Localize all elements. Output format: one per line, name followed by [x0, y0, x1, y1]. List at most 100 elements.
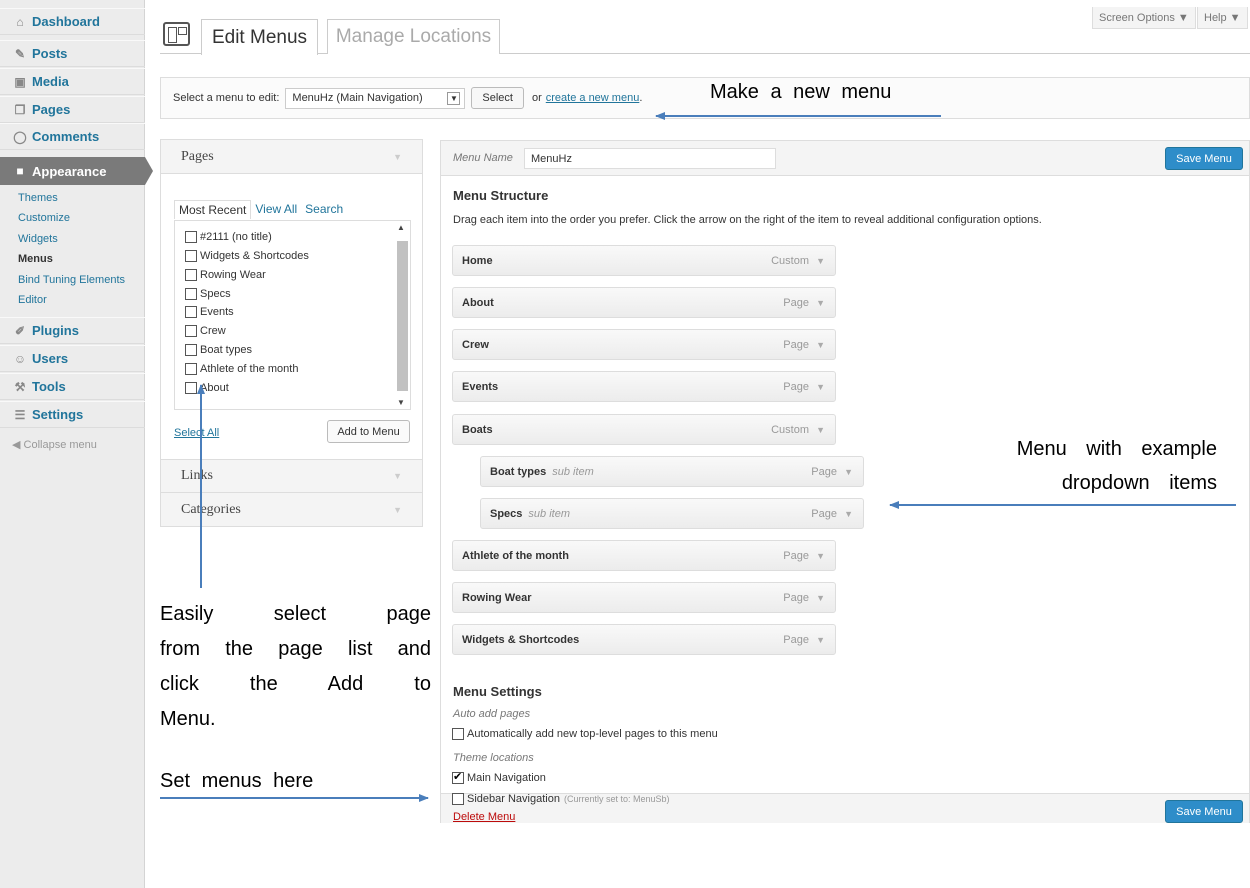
sidebar-item-users[interactable]: ☺ Users: [0, 345, 145, 372]
select-button[interactable]: Select: [471, 87, 524, 109]
help-button[interactable]: Help ▼: [1197, 7, 1248, 29]
save-menu-button[interactable]: Save Menu: [1165, 800, 1243, 823]
list-item[interactable]: About: [185, 382, 229, 394]
sidebar-item-label: Media: [32, 74, 69, 89]
theme-locations-label: Theme locations: [453, 752, 534, 764]
categories-accordion-header[interactable]: Categories ▼: [161, 493, 422, 527]
page-checkbox[interactable]: [185, 363, 197, 375]
sidebar-item-comments[interactable]: ◯ Comments: [0, 123, 145, 150]
menu-item-specs[interactable]: Specs sub item Page ▼: [480, 498, 864, 529]
pages-accordion-header[interactable]: Pages ▼: [161, 140, 422, 174]
submenu-bind-tuning-elements[interactable]: Bind Tuning Elements: [18, 274, 125, 286]
list-item[interactable]: Athlete of the month: [185, 363, 298, 375]
menu-item-boats[interactable]: Boats Custom ▼: [452, 414, 836, 445]
page-checkbox[interactable]: [185, 231, 197, 243]
submenu-widgets[interactable]: Widgets: [18, 233, 58, 245]
page-list-scrollbar[interactable]: ▲ ▼: [395, 223, 409, 407]
annotation-set-menus: Set menus here: [160, 770, 314, 792]
list-item[interactable]: Boat types: [185, 344, 252, 356]
create-new-menu-link[interactable]: create a new menu: [546, 92, 640, 104]
annotation-line: Menu.: [160, 708, 216, 730]
collapse-menu-button[interactable]: ◀ Collapse menu: [12, 438, 97, 451]
sidebar-item-pages[interactable]: ❐ Pages: [0, 96, 145, 123]
chevron-down-icon[interactable]: ▼: [816, 593, 825, 603]
page-label: Specs: [200, 288, 231, 300]
sidebar-navigation-setting[interactable]: Sidebar Navigation (Currently set to: Men…: [452, 793, 670, 805]
scrollbar-thumb[interactable]: [397, 241, 408, 391]
page-checkbox[interactable]: [185, 325, 197, 337]
page-checklist: #2111 (no title) Widgets & Shortcodes Ro…: [174, 220, 411, 410]
main-navigation-checkbox[interactable]: [452, 770, 464, 784]
chevron-down-icon[interactable]: ▼: [816, 298, 825, 308]
menu-item-rowing-wear[interactable]: Rowing Wear Page ▼: [452, 582, 836, 613]
menu-item-boat-types[interactable]: Boat types sub item Page ▼: [480, 456, 864, 487]
menu-item-athlete-of-the-month[interactable]: Athlete of the month Page ▼: [452, 540, 836, 571]
page-label: Boat types: [200, 344, 252, 356]
submenu-customize[interactable]: Customize: [18, 212, 70, 224]
menu-settings-title: Menu Settings: [453, 684, 542, 699]
menu-name-input[interactable]: MenuHz: [524, 148, 776, 169]
settings-icon: ☰: [14, 407, 26, 422]
pages-title: Pages: [181, 148, 214, 164]
menu-item-widgets-shortcodes[interactable]: Widgets & Shortcodes Page ▼: [452, 624, 836, 655]
page-checkbox[interactable]: [185, 306, 197, 318]
scroll-down-icon[interactable]: ▼: [397, 398, 405, 407]
submenu-editor[interactable]: Editor: [18, 294, 47, 306]
tab-manage-locations[interactable]: Manage Locations: [327, 19, 500, 54]
add-to-menu-button[interactable]: Add to Menu: [327, 420, 410, 443]
chevron-down-icon[interactable]: ▼: [844, 467, 853, 477]
collapse-icon: ◀: [12, 439, 24, 451]
menu-item-crew[interactable]: Crew Page ▼: [452, 329, 836, 360]
page-checkbox[interactable]: [185, 288, 197, 300]
sidebar-item-settings[interactable]: ☰ Settings: [0, 401, 145, 428]
menu-item-home[interactable]: Home Custom ▼: [452, 245, 836, 276]
list-item[interactable]: #2111 (no title): [185, 231, 272, 243]
submenu-themes[interactable]: Themes: [18, 192, 58, 204]
save-menu-button[interactable]: Save Menu: [1165, 147, 1243, 170]
sidebar-item-appearance[interactable]: ■ Appearance: [0, 157, 145, 185]
main-navigation-setting[interactable]: Main Navigation: [452, 770, 546, 784]
chevron-down-icon[interactable]: ▼: [816, 635, 825, 645]
chevron-down-icon[interactable]: ▼: [816, 382, 825, 392]
menu-item-type: Page: [783, 549, 809, 562]
page-checkbox[interactable]: [185, 382, 197, 394]
list-item[interactable]: Crew: [185, 325, 226, 337]
select-all-link[interactable]: Select All: [174, 427, 219, 439]
menu-item-events[interactable]: Events Page ▼: [452, 371, 836, 402]
chevron-down-icon[interactable]: ▼: [844, 509, 853, 519]
auto-add-setting[interactable]: Automatically add new top-level pages to…: [452, 728, 718, 740]
page-checkbox[interactable]: [185, 269, 197, 281]
chevron-down-icon[interactable]: ▼: [816, 256, 825, 266]
tab-edit-menus[interactable]: Edit Menus: [201, 19, 318, 55]
chevron-down-icon[interactable]: ▼: [816, 425, 825, 435]
page-checkbox[interactable]: [185, 344, 197, 356]
chevron-down-icon[interactable]: ▼: [816, 551, 825, 561]
chevron-down-icon[interactable]: ▼: [816, 340, 825, 350]
collapse-label: Collapse menu: [23, 439, 97, 451]
annotation-dropdown-line: Menu with example: [1016, 438, 1217, 460]
links-accordion-header[interactable]: Links ▼: [161, 459, 422, 493]
page-checkbox[interactable]: [185, 250, 197, 262]
tab-search[interactable]: Search: [301, 200, 347, 219]
screen-options-button[interactable]: Screen Options ▼: [1092, 7, 1196, 29]
menu-item-about[interactable]: About Page ▼: [452, 287, 836, 318]
sidebar-navigation-checkbox[interactable]: [452, 793, 464, 805]
sidebar-item-media[interactable]: ▣ Media: [0, 68, 145, 95]
auto-add-checkbox[interactable]: [452, 728, 464, 740]
submenu-menus[interactable]: Menus: [18, 253, 53, 265]
list-item[interactable]: Specs: [185, 288, 231, 300]
auto-add-option: Automatically add new top-level pages to…: [467, 728, 718, 740]
menu-select-dropdown[interactable]: MenuHz (Main Navigation) ▼: [285, 87, 466, 109]
sidebar-item-plugins[interactable]: ✐ Plugins: [0, 317, 145, 344]
list-item[interactable]: Events: [185, 306, 234, 318]
tab-most-recent[interactable]: Most Recent: [174, 200, 252, 219]
pages-tabs: Most Recent View All Search: [174, 200, 347, 219]
list-item[interactable]: Widgets & Shortcodes: [185, 250, 309, 262]
tab-view-all[interactable]: View All: [251, 200, 301, 219]
scroll-up-icon[interactable]: ▲: [397, 223, 405, 232]
delete-menu-link[interactable]: Delete Menu: [453, 811, 515, 823]
list-item[interactable]: Rowing Wear: [185, 269, 266, 281]
sidebar-item-posts[interactable]: ✎ Posts: [0, 40, 145, 67]
sidebar-item-dashboard[interactable]: ⌂ Dashboard: [0, 8, 145, 35]
sidebar-item-tools[interactable]: ⚒ Tools: [0, 373, 145, 400]
